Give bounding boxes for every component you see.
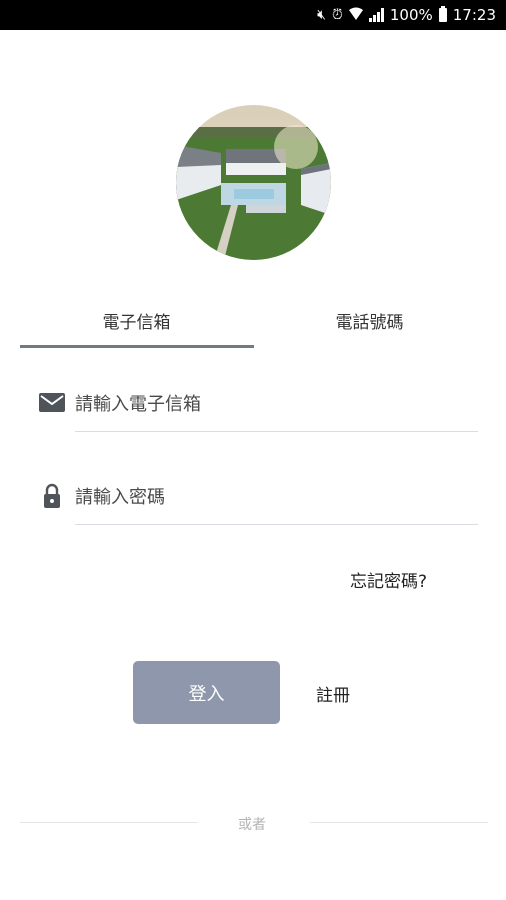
forgot-password-link[interactable]: 忘記密碼? bbox=[350, 567, 427, 592]
avatar bbox=[176, 105, 331, 260]
clock: 17:23 bbox=[452, 6, 496, 24]
login-button[interactable]: 登入 bbox=[133, 661, 280, 724]
lock-icon bbox=[38, 483, 66, 508]
wifi-icon bbox=[348, 7, 363, 24]
password-input[interactable] bbox=[75, 465, 478, 525]
status-bar: 🔇︎ ⏰︎ 100% 17:23 bbox=[0, 0, 506, 30]
signal-icon bbox=[368, 8, 384, 22]
divider-left bbox=[20, 822, 198, 823]
mute-icon: 🔇︎ bbox=[317, 7, 326, 23]
battery-icon bbox=[438, 6, 447, 22]
active-tab-indicator bbox=[20, 345, 254, 348]
alarm-icon: ⏰︎ bbox=[331, 7, 343, 23]
battery-percent: 100% bbox=[389, 6, 433, 24]
tab-phone[interactable]: 電話號碼 bbox=[253, 290, 486, 350]
mail-icon bbox=[38, 390, 66, 414]
divider-or-text: 或者 bbox=[238, 817, 266, 833]
divider-right bbox=[310, 822, 488, 823]
register-link[interactable]: 註冊 bbox=[316, 681, 350, 706]
email-field-row bbox=[38, 372, 478, 432]
password-field-row bbox=[38, 465, 478, 525]
email-input[interactable] bbox=[75, 372, 478, 432]
login-method-tabs: 電子信箱 電話號碼 bbox=[20, 290, 486, 350]
tab-email[interactable]: 電子信箱 bbox=[20, 290, 253, 350]
